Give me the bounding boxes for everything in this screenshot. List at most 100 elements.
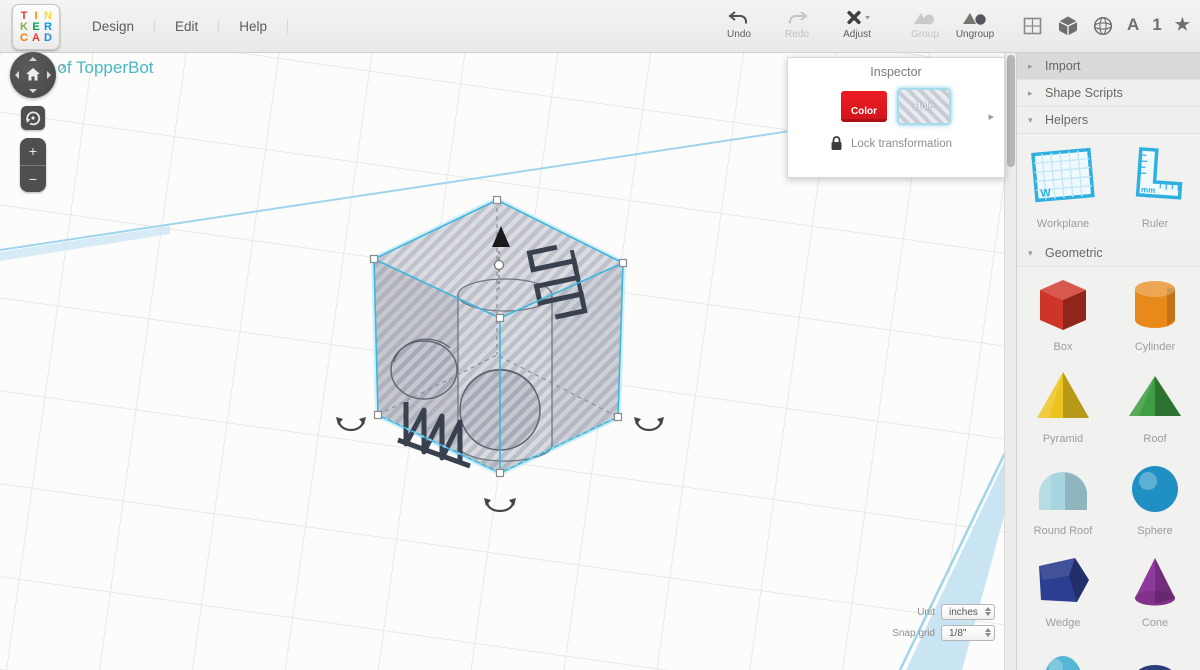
pan-left-icon[interactable] (15, 71, 19, 79)
snap-grid-select[interactable]: 1/8" (941, 625, 995, 641)
home-view-icon[interactable] (25, 67, 41, 87)
shape-tile-roof[interactable]: Roof (1109, 359, 1200, 451)
logo-letter: I (31, 11, 42, 22)
shape-tile-sphere[interactable]: Sphere (1109, 451, 1200, 543)
chevron-right-icon: ▸ (1028, 88, 1036, 99)
sphere-category-icon[interactable] (1092, 10, 1114, 40)
group-icon (912, 7, 938, 29)
shape-tile-pyramid[interactable]: Pyramid (1017, 359, 1109, 451)
menu-help[interactable]: Help (219, 19, 288, 34)
geometric-tiles: Box Cylinder Pyramid (1017, 267, 1200, 670)
logo-letter: A (31, 33, 42, 44)
paraboloid-shape-icon (1031, 643, 1095, 670)
chevron-right-icon: ▸ (1028, 61, 1036, 72)
section-shape-scripts[interactable]: ▸ Shape Scripts (1017, 80, 1200, 107)
logo-letter: K (19, 22, 30, 33)
lock-transformation-row[interactable]: Lock transformation (788, 136, 1004, 151)
cylinder-shape-icon (1123, 275, 1187, 335)
stepper-icon (985, 607, 991, 616)
wedge-shape-icon (1031, 551, 1095, 611)
shape-tile-box[interactable]: Box (1017, 267, 1109, 359)
menu-edit[interactable]: Edit (155, 19, 219, 34)
pyramid-shape-icon (1031, 367, 1095, 427)
pan-right-icon[interactable] (47, 71, 51, 79)
unit-select[interactable]: inches (941, 604, 995, 620)
logo-letter: N (43, 11, 54, 22)
workplane-category-icon[interactable] (1022, 10, 1044, 40)
logo-letter: E (31, 22, 42, 33)
redo-button[interactable]: Redo (768, 7, 826, 40)
material-swatches: Color Hole (788, 88, 1004, 125)
logo-letter: R (43, 22, 54, 33)
undo-icon (727, 7, 751, 29)
scrollbar-thumb[interactable] (1007, 55, 1015, 167)
sphere-shape-icon (1123, 459, 1187, 519)
chevron-down-icon: ▾ (1028, 248, 1036, 259)
help-icon[interactable]: ? (58, 62, 65, 76)
box-shape-icon (1031, 275, 1095, 335)
ruler-icon: mm (1115, 144, 1195, 212)
section-import[interactable]: ▸ Import (1017, 52, 1200, 80)
tinkercad-logo[interactable]: T I N K E R C A D (12, 4, 60, 50)
svg-text:W: W (1040, 187, 1052, 200)
orbit-view-button[interactable] (21, 106, 45, 130)
shape-tile-cone[interactable]: Cone (1109, 543, 1200, 635)
section-helpers[interactable]: ▾ Helpers (1017, 107, 1200, 134)
shape-tile-partial-right[interactable] (1109, 635, 1200, 670)
favorites-star-icon[interactable]: ★ (1175, 10, 1190, 40)
sidebar-category-strip: A 1 ★ (1022, 10, 1190, 40)
snap-grid-row: Snap grid 1/8" (892, 625, 995, 641)
ungroup-icon (962, 7, 988, 29)
snap-grid-label: Snap grid (892, 628, 935, 639)
logo-letter: D (43, 33, 54, 44)
shape-tile-ruler[interactable]: mm Ruler (1109, 134, 1200, 240)
number-category-icon[interactable]: 1 (1152, 10, 1161, 40)
pan-down-icon[interactable] (29, 89, 37, 93)
workplane-edge-band-left (0, 226, 170, 261)
color-swatch[interactable]: Color (841, 91, 887, 122)
section-geometric[interactable]: ▾ Geometric (1017, 240, 1200, 267)
round-roof-shape-icon (1031, 459, 1095, 519)
chevron-down-icon: ▾ (1028, 115, 1036, 126)
zoom-controls[interactable]: + − (20, 138, 46, 192)
workplane-icon: W (1023, 144, 1103, 212)
logo-letter: T (19, 11, 30, 22)
shape-tile-workplane[interactable]: W Workplane (1017, 134, 1109, 240)
unit-row: Unit inches (917, 604, 995, 620)
cube-category-icon[interactable] (1057, 10, 1079, 40)
roof-shape-icon (1123, 367, 1187, 427)
pan-up-icon[interactable] (29, 57, 37, 61)
unit-label: Unit (917, 607, 935, 618)
lock-icon (830, 136, 843, 151)
model-selection[interactable] (336, 197, 664, 512)
inspector-panel: Inspector Color Hole ▸ Lock transformati… (787, 57, 1005, 178)
orbit-icon (24, 109, 42, 127)
shape-tile-wedge[interactable]: Wedge (1017, 543, 1109, 635)
menu-bar: Design Edit Help (72, 14, 288, 38)
adjust-button[interactable]: Adjust (826, 7, 888, 40)
adjust-icon (842, 7, 872, 29)
stepper-icon (985, 628, 991, 637)
text-category-icon[interactable]: A (1127, 10, 1139, 40)
menu-design[interactable]: Design (72, 19, 155, 34)
hole-swatch[interactable]: Hole (897, 88, 951, 125)
height-handle[interactable] (495, 261, 504, 270)
svg-text:mm: mm (1141, 185, 1156, 195)
cone-shape-icon (1123, 551, 1187, 611)
shape-tile-cylinder[interactable]: Cylinder (1109, 267, 1200, 359)
undo-button[interactable]: Undo (710, 7, 768, 40)
shape-tile-round-roof[interactable]: Round Roof (1017, 451, 1109, 543)
logo-letter: C (19, 33, 30, 44)
inspector-title: Inspector (788, 58, 1004, 84)
shape-tile-partial-left[interactable] (1017, 635, 1109, 670)
shape-library-sidebar: ▸ Import ▸ Shape Scripts ▾ Helpers (1016, 52, 1200, 670)
ungroup-button[interactable]: Ungroup (946, 7, 1004, 40)
view-navigation-pad[interactable] (10, 52, 56, 98)
zoom-out-button[interactable]: − (20, 166, 46, 193)
zoom-in-button[interactable]: + (20, 138, 46, 166)
lock-transformation-label: Lock transformation (851, 138, 952, 150)
helpers-tiles: W Workplane mm Ruler (1017, 134, 1200, 240)
redo-icon (785, 7, 809, 29)
inspector-expand-chevron[interactable]: ▸ (988, 110, 994, 123)
torus-shape-icon (1123, 643, 1187, 670)
